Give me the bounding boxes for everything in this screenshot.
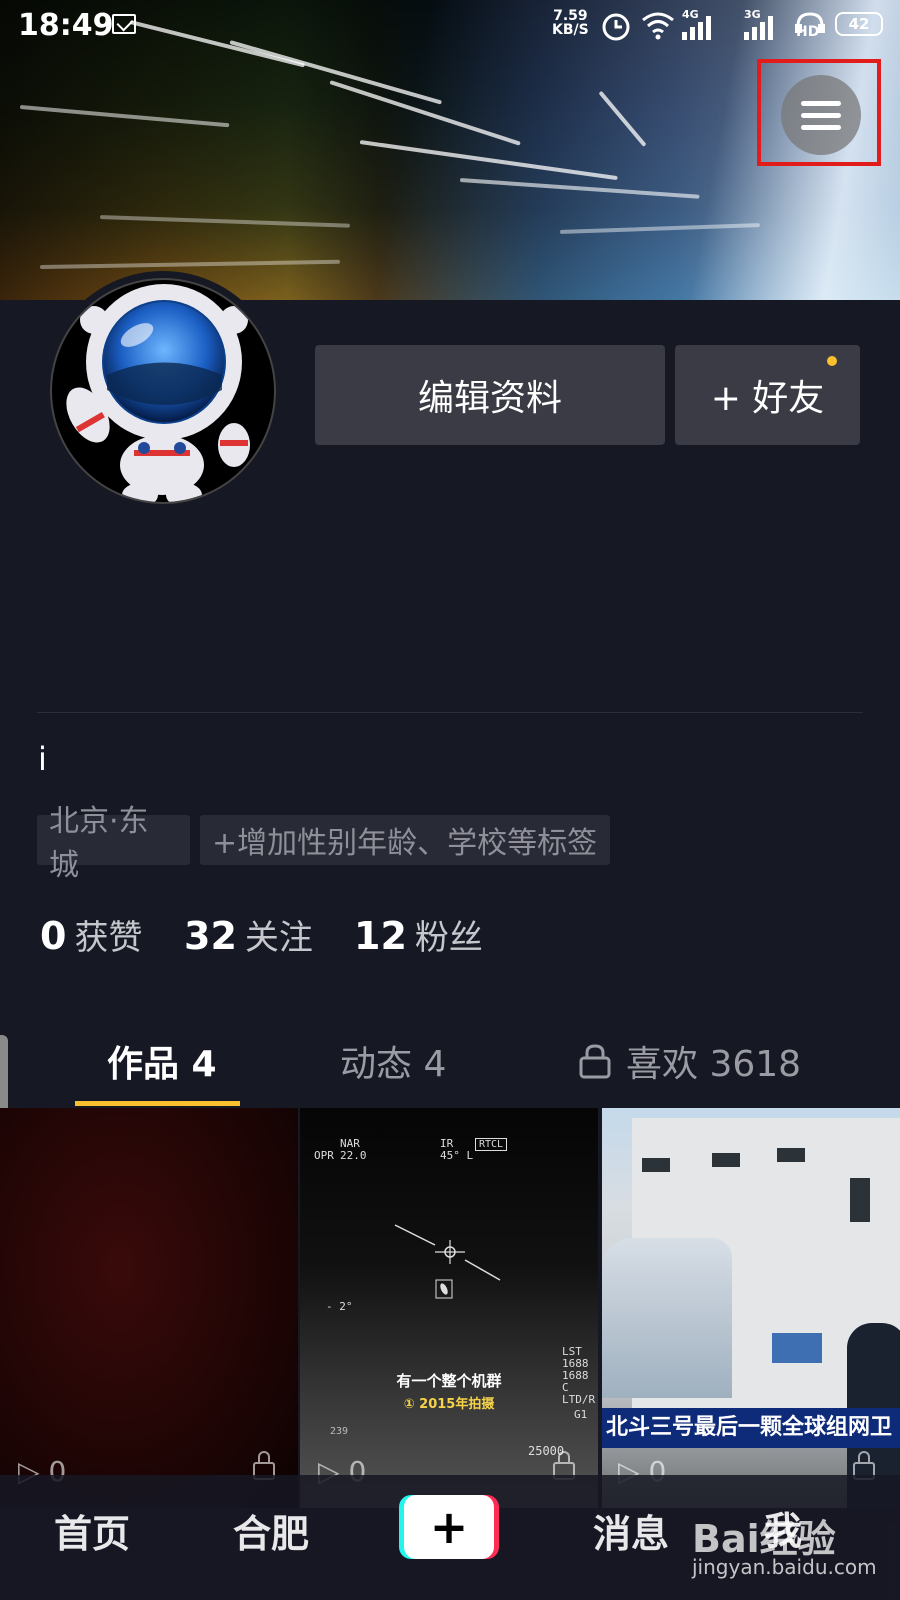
create-video-button[interactable]: + xyxy=(399,1495,499,1559)
likes-stat[interactable]: 0 获赞 xyxy=(40,910,142,959)
likes-count: 0 xyxy=(40,914,67,958)
alarm-icon xyxy=(602,13,630,41)
likes-label: 获赞 xyxy=(74,918,143,958)
video-thumbnail-2[interactable]: OPR NAR 22.0 IR 45° L RTCL - 2° LST 1688 168… xyxy=(300,1108,598,1508)
battery-icon: 42 xyxy=(835,12,883,36)
video-subcaption: ① 2015年拍摄 xyxy=(403,1397,495,1412)
following-label: 关注 xyxy=(244,918,313,958)
highlight-box xyxy=(757,59,881,166)
active-tab-indicator xyxy=(75,1101,240,1106)
signal-icon-2 xyxy=(744,16,773,40)
video-thumbnail-1[interactable] xyxy=(0,1108,298,1508)
followers-count: 12 xyxy=(354,914,407,958)
followers-stat[interactable]: 12 粉丝 xyxy=(354,910,483,959)
hd-label: HD xyxy=(796,24,820,40)
tab-likes-label: 喜欢 3618 xyxy=(626,1044,802,1085)
add-tags-button[interactable]: +增加性别年龄、学校等标签 xyxy=(200,815,610,865)
tab-likes[interactable]: 喜欢 3618 xyxy=(578,1035,801,1087)
signal-icon-1 xyxy=(682,16,711,40)
wifi-icon xyxy=(642,12,674,40)
lock-icon xyxy=(579,1044,611,1079)
bio-text: i xyxy=(38,740,47,778)
nav-home[interactable]: 首页 xyxy=(54,1503,130,1558)
watermark-url: jingyan.baidu.com xyxy=(692,1555,877,1579)
status-bar: 18:49 7.59 KB/S 4G 3G HD 42 xyxy=(0,0,900,50)
divider xyxy=(37,712,863,713)
following-count: 32 xyxy=(184,914,237,958)
following-stat[interactable]: 32 关注 xyxy=(184,910,313,959)
edit-profile-button[interactable]: 编辑资料 xyxy=(315,345,665,445)
plus-icon: + xyxy=(404,1495,494,1559)
targeting-reticle-icon xyxy=(394,1224,501,1299)
tab-works[interactable]: 作品 4 xyxy=(107,1035,217,1087)
followers-label: 粉丝 xyxy=(414,918,483,958)
network-speed: 7.59 KB/S xyxy=(552,8,589,38)
nav-messages[interactable]: 消息 xyxy=(593,1503,669,1558)
astronaut-icon xyxy=(66,284,250,502)
notification-dot xyxy=(827,356,837,366)
message-notification-icon xyxy=(112,14,136,34)
video-caption: 有一个整个机群 xyxy=(396,1372,502,1390)
video-thumbnail-3[interactable]: 北斗三号最后一颗全球组网卫 xyxy=(602,1108,900,1508)
tab-dynamics[interactable]: 动态 4 xyxy=(340,1035,446,1087)
clock: 18:49 xyxy=(18,8,114,43)
avatar[interactable] xyxy=(43,271,283,511)
location-tag[interactable]: 北京·东城 xyxy=(37,804,190,883)
news-caption: 北斗三号最后一颗全球组网卫 xyxy=(602,1408,900,1448)
nav-city[interactable]: 合肥 xyxy=(233,1503,309,1558)
add-friend-label: + 好友 xyxy=(710,378,825,419)
